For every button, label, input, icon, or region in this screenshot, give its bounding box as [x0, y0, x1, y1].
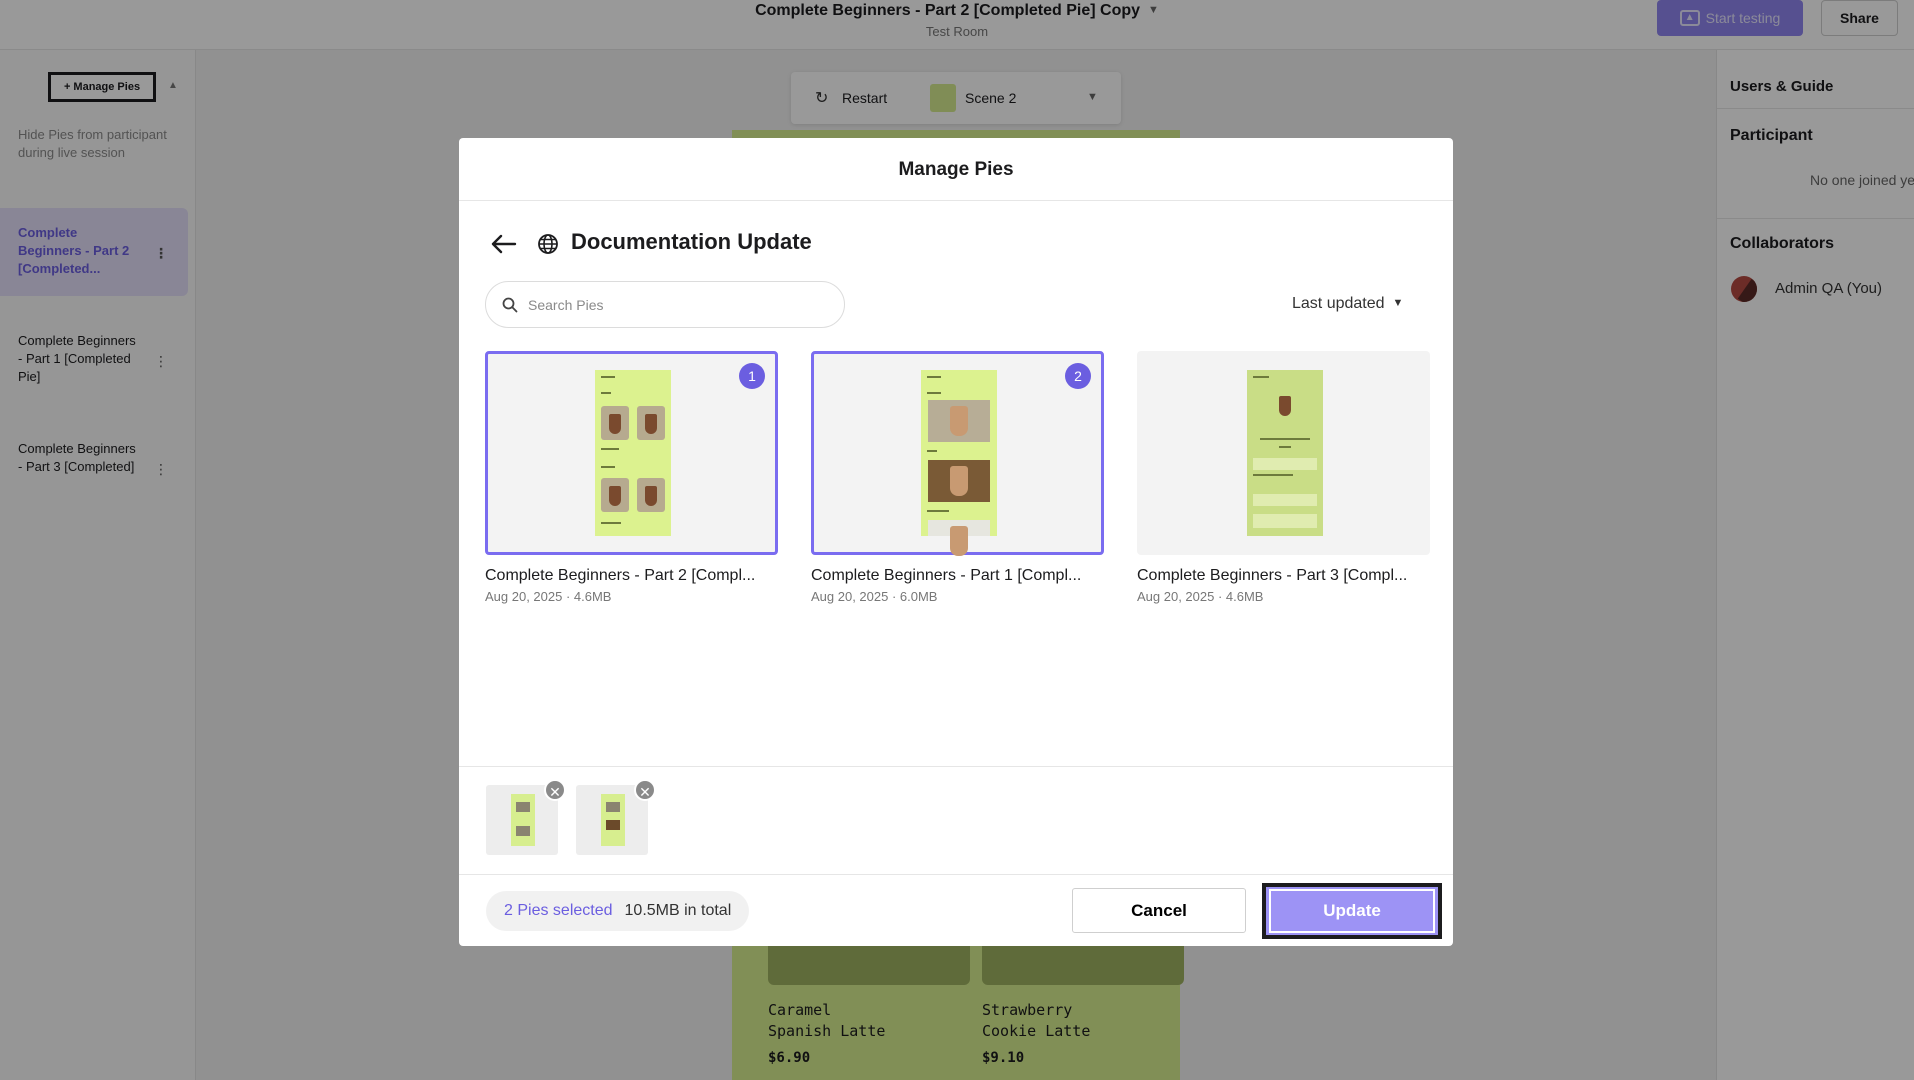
- back-arrow-icon[interactable]: [489, 232, 517, 256]
- selection-order-badge: 2: [1065, 363, 1091, 389]
- search-icon: [502, 297, 518, 312]
- globe-icon: [538, 234, 558, 254]
- selected-pie-thumbnail: ✕: [576, 779, 656, 855]
- pie-thumbnail[interactable]: 1: [485, 351, 778, 555]
- preview-drink-image: [928, 520, 990, 556]
- preview-text-line: [601, 448, 619, 450]
- preview-text-line: [927, 376, 941, 378]
- selection-total-size: 10.5MB in total: [624, 902, 732, 919]
- cancel-button[interactable]: Cancel: [1072, 888, 1246, 933]
- preview-text-line: [927, 510, 949, 512]
- chevron-down-icon: ▼: [1392, 297, 1404, 309]
- pie-preview-image: [595, 370, 671, 536]
- pie-card[interactable]: 2 Complete Beginners - Part 1 [Compl... …: [811, 351, 1104, 604]
- search-field[interactable]: [485, 281, 845, 328]
- preview-drink-image: [637, 478, 665, 512]
- preview-drink-image: [1271, 388, 1299, 434]
- preview-text-line: [927, 450, 937, 452]
- preview-pastry-image: [928, 460, 990, 502]
- preview-text-line: [1260, 438, 1310, 440]
- pie-name: Complete Beginners - Part 1 [Compl...: [811, 567, 1082, 584]
- preview-text-line: [601, 392, 611, 394]
- pie-card[interactable]: 1 Complete Beginners - Part 2 [Compl... …: [485, 351, 778, 604]
- preview-drink-image: [601, 478, 629, 512]
- preview-option-row: [1253, 458, 1317, 470]
- sort-label: Last updated: [1292, 295, 1385, 312]
- dialog-title: Manage Pies: [459, 138, 1453, 201]
- pie-card[interactable]: Complete Beginners - Part 3 [Compl... Au…: [1137, 351, 1430, 604]
- preview-text-line: [1279, 446, 1291, 448]
- pie-name: Complete Beginners - Part 2 [Compl...: [485, 567, 756, 584]
- pie-meta: Aug 20, 2025 · 6.0MB: [811, 589, 938, 604]
- remove-selection-icon[interactable]: ✕: [634, 779, 656, 801]
- selected-pies-tray: ✕ ✕: [459, 766, 1453, 856]
- preview-text-line: [1253, 376, 1269, 378]
- remove-selection-icon[interactable]: ✕: [544, 779, 566, 801]
- search-input[interactable]: [528, 296, 828, 313]
- dialog-footer: 2 Pies selected 10.5MB in total Cancel U…: [459, 874, 1453, 946]
- folder-title: Documentation Update: [571, 229, 812, 254]
- preview-text-line: [927, 392, 941, 394]
- pie-preview-image: [921, 370, 997, 556]
- selection-order-badge: 1: [739, 363, 765, 389]
- pie-name: Complete Beginners - Part 3 [Compl...: [1137, 567, 1408, 584]
- pie-preview-image: [1247, 370, 1323, 536]
- pie-meta: Aug 20, 2025 · 4.6MB: [485, 589, 612, 604]
- update-button[interactable]: Update: [1262, 883, 1442, 939]
- preview-text-line: [601, 522, 621, 524]
- selected-pie-thumbnail: ✕: [486, 779, 566, 855]
- manage-pies-dialog: Manage Pies Documentation Update Last up…: [459, 138, 1453, 946]
- preview-text-line: [601, 466, 615, 468]
- preview-text-line: [1253, 474, 1293, 476]
- preview-total-row: [1253, 494, 1317, 506]
- sort-dropdown[interactable]: Last updated ▼: [1292, 295, 1403, 313]
- pie-thumbnail[interactable]: [1137, 351, 1430, 555]
- preview-drink-image: [637, 406, 665, 440]
- selection-count: 2 Pies selected: [504, 902, 613, 919]
- pie-preview-image: [511, 794, 535, 846]
- preview-drink-image: [601, 406, 629, 440]
- update-button-label: Update: [1269, 889, 1435, 933]
- pie-preview-image: [601, 794, 625, 846]
- preview-add-button: [1253, 514, 1317, 528]
- pie-meta: Aug 20, 2025 · 4.6MB: [1137, 589, 1264, 604]
- pie-thumbnail[interactable]: 2: [811, 351, 1104, 556]
- preview-drink-image: [928, 400, 990, 442]
- preview-text-line: [601, 376, 615, 378]
- selection-summary: 2 Pies selected 10.5MB in total: [486, 891, 750, 931]
